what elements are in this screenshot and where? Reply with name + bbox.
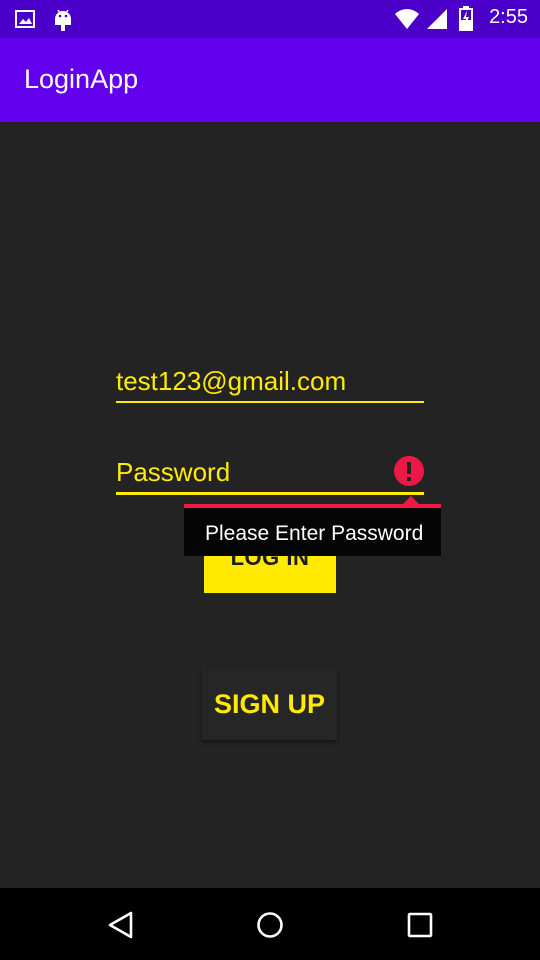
password-field[interactable]: Password bbox=[116, 454, 424, 498]
signal-icon bbox=[426, 8, 448, 34]
android-icon bbox=[52, 8, 74, 36]
password-underline bbox=[116, 492, 424, 495]
app-bar: LoginApp bbox=[0, 38, 540, 122]
app-title: LoginApp bbox=[24, 64, 139, 94]
navigation-bar bbox=[0, 888, 540, 960]
back-icon[interactable] bbox=[104, 908, 138, 942]
battery-icon bbox=[459, 6, 473, 35]
email-underline bbox=[116, 401, 424, 403]
gallery-icon bbox=[14, 8, 36, 34]
signup-button[interactable]: SIGN UP bbox=[202, 669, 337, 740]
error-tooltip-arrow bbox=[402, 496, 420, 505]
home-icon[interactable] bbox=[253, 908, 287, 942]
error-tooltip: Please Enter Password bbox=[184, 496, 441, 556]
status-bar: 2:55 bbox=[0, 0, 540, 38]
wifi-icon bbox=[394, 8, 420, 34]
error-message: Please Enter Password bbox=[205, 522, 424, 545]
email-value: test123@gmail.com bbox=[116, 366, 347, 396]
email-field[interactable]: test123@gmail.com bbox=[116, 364, 424, 406]
error-icon[interactable] bbox=[393, 455, 425, 487]
recents-icon[interactable] bbox=[403, 908, 437, 942]
password-placeholder: Password bbox=[116, 457, 231, 487]
clock: 2:55 bbox=[489, 6, 528, 28]
